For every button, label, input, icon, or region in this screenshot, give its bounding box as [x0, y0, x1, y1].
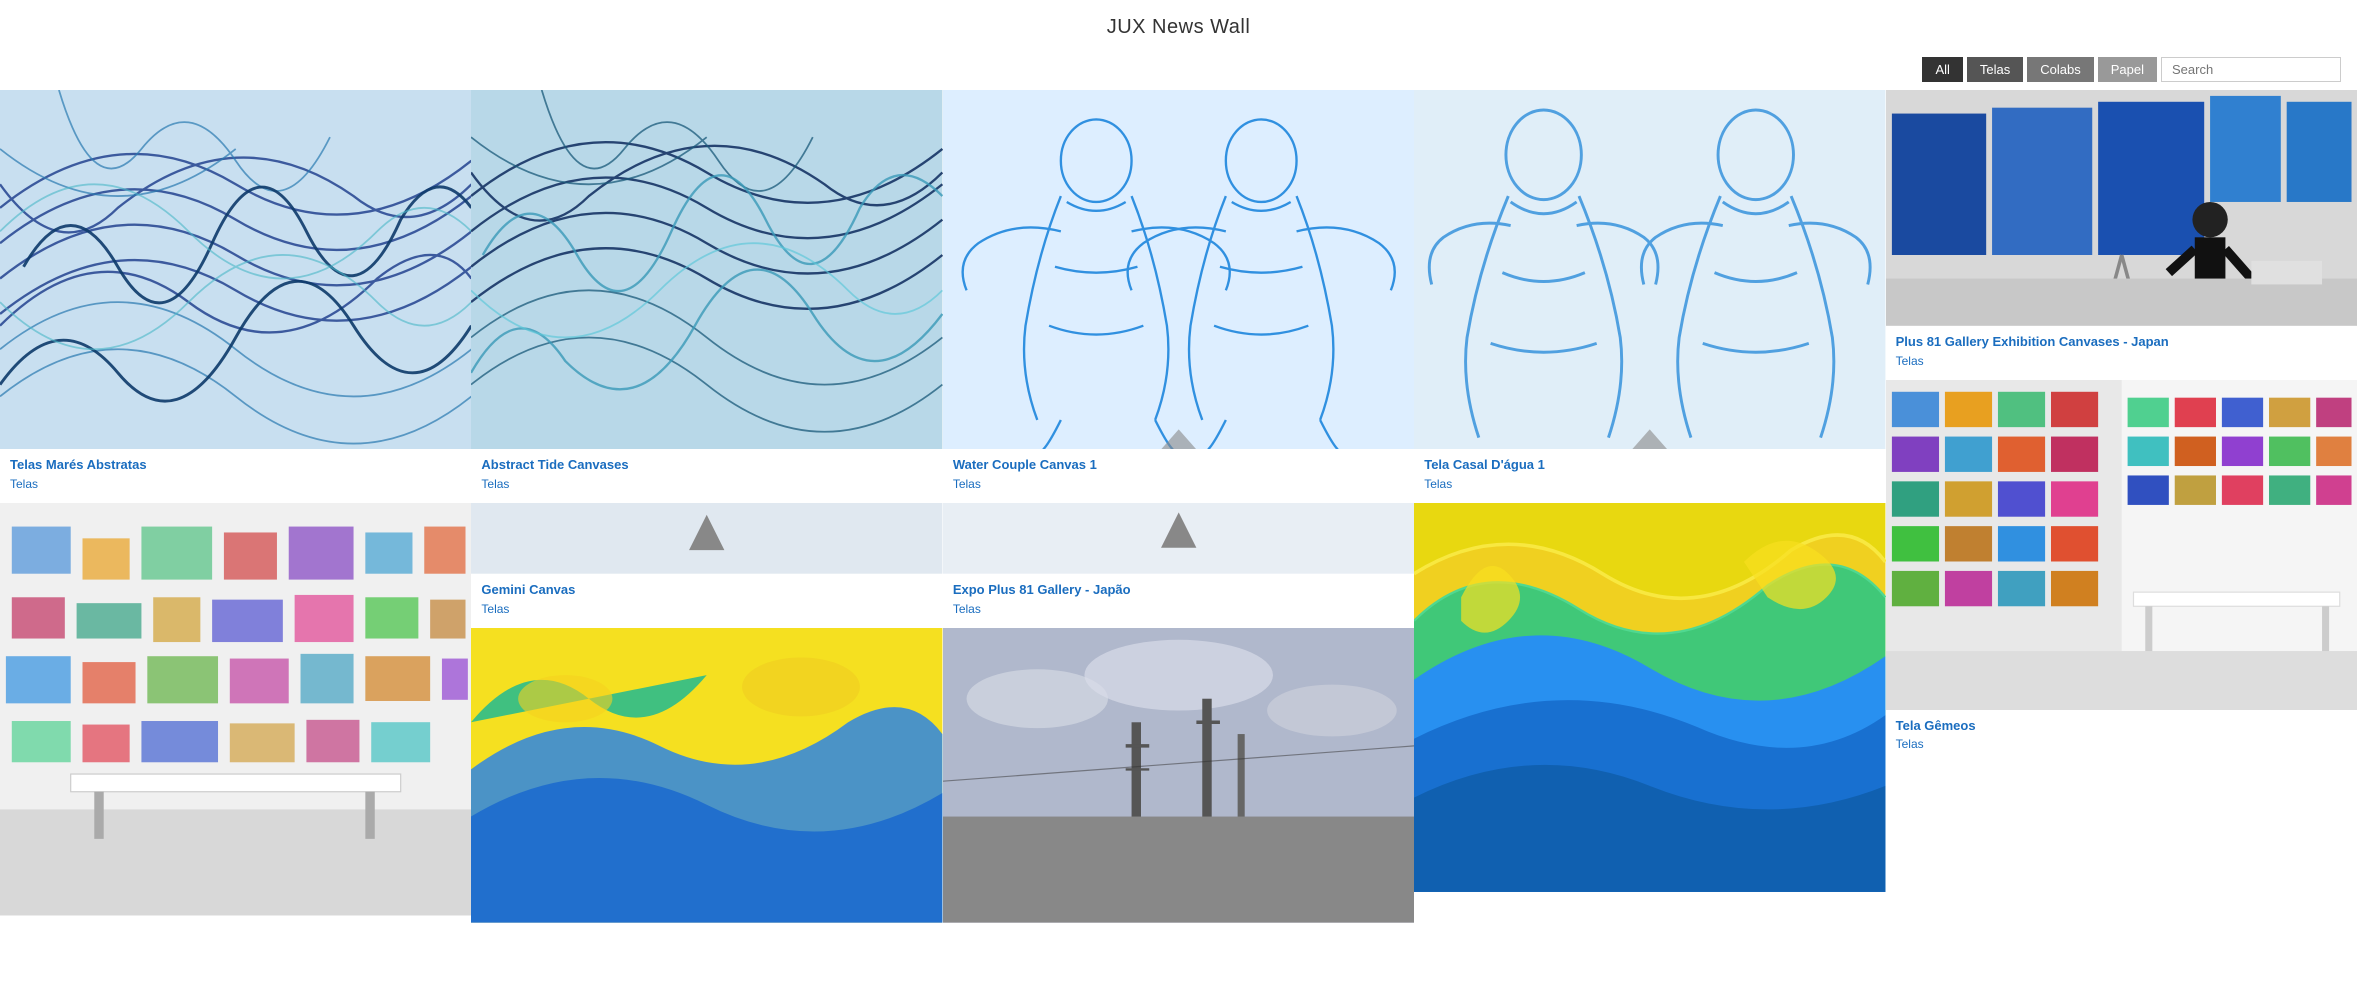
card-wave-art-bottom[interactable] [471, 628, 942, 923]
card-plus-81-gallery[interactable]: Plus 81 Gallery Exhibition Canvases - Ja… [1886, 90, 2357, 380]
card-abstract-tide-canvases-info: Abstract Tide Canvases Telas [471, 449, 942, 503]
street-scene-image [943, 628, 1414, 923]
card-water-couple-canvas-1-title[interactable]: Water Couple Canvas 1 [953, 457, 1404, 474]
water-couple-canvas-1-image [943, 90, 1414, 449]
col-group-4: Tela Casal D'água 1 Telas [1414, 90, 1885, 892]
card-tela-casal-dagua-1[interactable]: Tela Casal D'água 1 Telas [1414, 90, 1885, 503]
card-water-couple-canvas-1-tag[interactable]: Telas [953, 477, 1404, 491]
card-tela-gemeos-info: Gemini Canvas Telas [471, 574, 942, 628]
card-gemini-canvas[interactable]: Expo Plus 81 Gallery - Japão Telas [943, 503, 1414, 628]
col-group-5: Plus 81 Gallery Exhibition Canvases - Ja… [1886, 90, 2357, 763]
filter-papel-button[interactable]: Papel [2098, 57, 2157, 82]
plus-81-gallery-image [1886, 90, 2357, 326]
card-abstract-tide-canvases-tag[interactable]: Telas [481, 477, 932, 491]
tela-casal-dagua-1-image [1414, 90, 1885, 449]
card-gemini-canvas-title[interactable]: Expo Plus 81 Gallery - Japão [953, 582, 1404, 599]
card-water-couple-canvas-1-info: Water Couple Canvas 1 Telas [943, 449, 1414, 503]
wave-colorful-image [1414, 503, 1885, 892]
card-telas-mares-abstratas-tag[interactable]: Telas [10, 477, 461, 491]
card-telas-mares-abstratas-title[interactable]: Telas Marés Abstratas [10, 457, 461, 474]
card-street-scene[interactable] [943, 628, 1414, 923]
card-tela-gemeos-tag[interactable]: Telas [481, 602, 932, 616]
expo-plus-81-image [1886, 380, 2357, 710]
card-telas-mares-abstratas[interactable]: Telas Marés Abstratas Telas [0, 90, 471, 503]
col-group-3: Water Couple Canvas 1 Telas Expo Plus 81… [943, 90, 1414, 923]
tela-gemeos-small-image [471, 503, 942, 574]
news-wall: Telas Marés Abstratas Telas [0, 90, 2357, 923]
card-tela-casal-dagua-1-tag[interactable]: Telas [1424, 477, 1875, 491]
gallery-room-image [0, 503, 471, 915]
card-tela-gemeos[interactable]: Gemini Canvas Telas [471, 503, 942, 628]
card-plus-81-gallery-title[interactable]: Plus 81 Gallery Exhibition Canvases - Ja… [1896, 334, 2347, 351]
filter-telas-button[interactable]: Telas [1967, 57, 2023, 82]
card-gemini-canvas-tag[interactable]: Telas [953, 602, 1404, 616]
abstract-tide-canvases-image [471, 90, 942, 449]
card-water-couple-canvas-1[interactable]: Water Couple Canvas 1 Telas [943, 90, 1414, 503]
card-gemini-canvas-info: Expo Plus 81 Gallery - Japão Telas [943, 574, 1414, 628]
card-expo-plus-81-title[interactable]: Tela Gêmeos [1896, 718, 2347, 735]
card-gallery-room[interactable] [0, 503, 471, 915]
wave-bottom-image [471, 628, 942, 923]
filter-bar: All Telas Colabs Papel [0, 51, 2357, 90]
card-tela-casal-dagua-1-info: Tela Casal D'água 1 Telas [1414, 449, 1885, 503]
filter-all-button[interactable]: All [1922, 57, 1962, 82]
gemini-canvas-small-image [943, 503, 1414, 574]
card-telas-mares-abstratas-info: Telas Marés Abstratas Telas [0, 449, 471, 503]
card-tela-casal-dagua-1-title[interactable]: Tela Casal D'água 1 [1424, 457, 1875, 474]
card-abstract-tide-canvases-title[interactable]: Abstract Tide Canvases [481, 457, 932, 474]
card-wave-colorful[interactable] [1414, 503, 1885, 892]
card-expo-plus-81-tag[interactable]: Telas [1896, 737, 2347, 751]
filter-colabs-button[interactable]: Colabs [2027, 57, 2093, 82]
page-title: JUX News Wall [0, 0, 2357, 51]
card-abstract-tide-canvases[interactable]: Abstract Tide Canvases Telas [471, 90, 942, 503]
card-tela-gemeos-title[interactable]: Gemini Canvas [481, 582, 932, 599]
card-expo-plus-81[interactable]: Tela Gêmeos Telas [1886, 380, 2357, 764]
col-group-2: Abstract Tide Canvases Telas Gemini Canv… [471, 90, 942, 923]
search-input[interactable] [2161, 57, 2341, 82]
col-group-1: Telas Marés Abstratas Telas [0, 90, 471, 916]
card-plus-81-gallery-info: Plus 81 Gallery Exhibition Canvases - Ja… [1886, 326, 2357, 380]
masonry-layout: Telas Marés Abstratas Telas [0, 90, 2357, 923]
card-expo-plus-81-info: Tela Gêmeos Telas [1886, 710, 2357, 764]
card-plus-81-gallery-tag[interactable]: Telas [1896, 354, 2347, 368]
telas-mares-abstratas-image [0, 90, 471, 449]
